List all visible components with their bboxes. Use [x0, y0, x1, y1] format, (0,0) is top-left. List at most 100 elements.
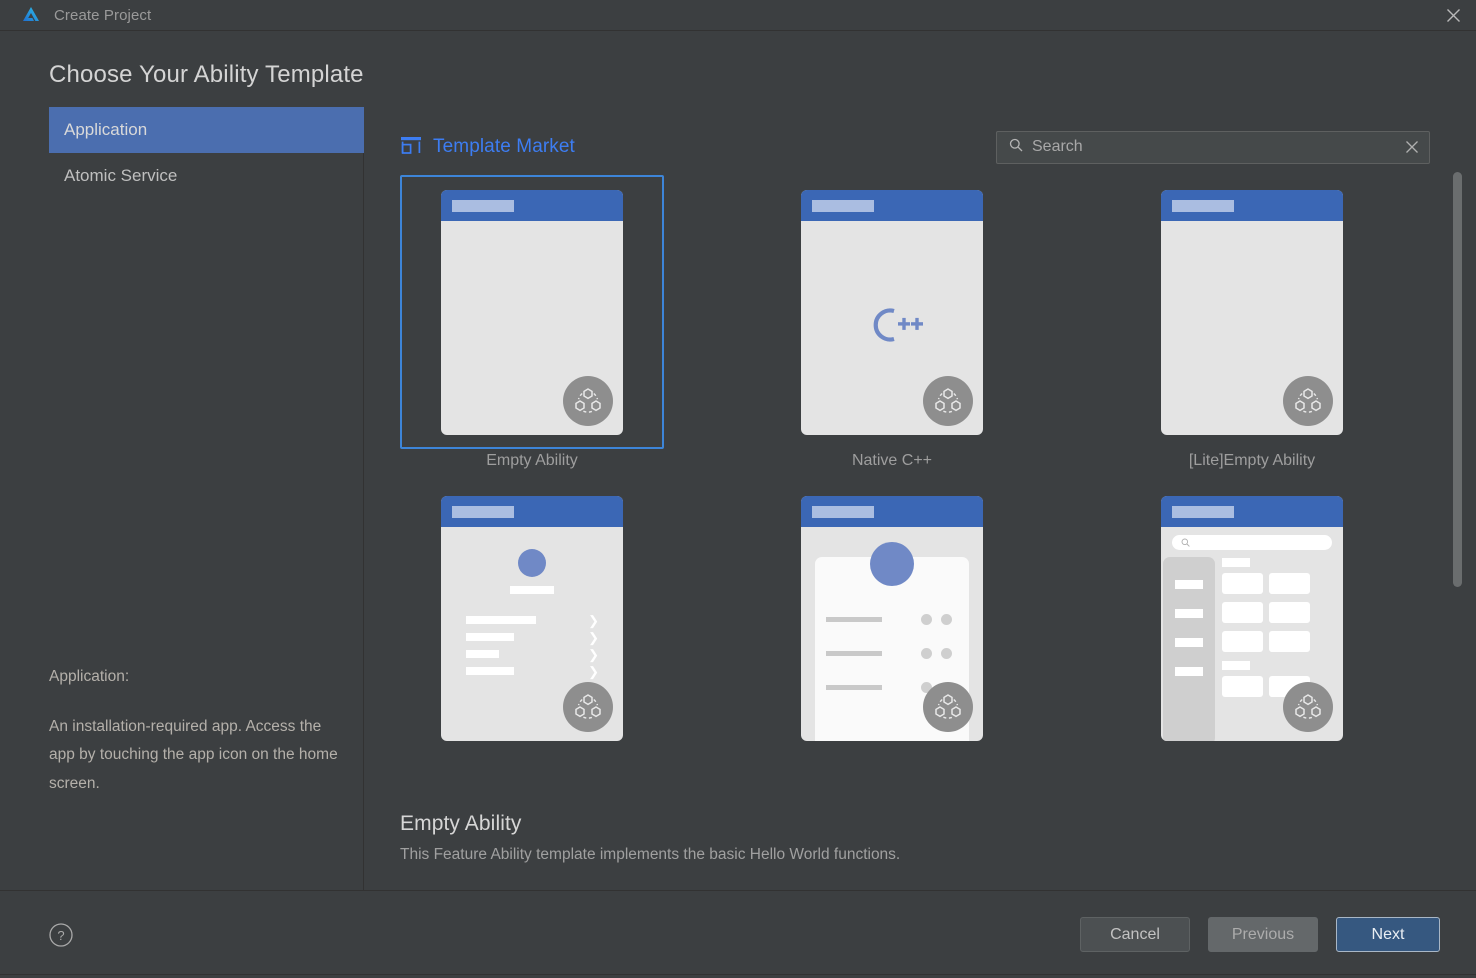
- mock-dot: [921, 614, 932, 625]
- mock-body: [1161, 527, 1343, 741]
- title-bar: Create Project: [0, 0, 1476, 31]
- search-placeholder: Search: [1032, 138, 1083, 155]
- mock-dot: [941, 648, 952, 659]
- selected-template-description: This Feature Ability template implements…: [400, 846, 901, 863]
- template-card-label: Native C++: [851, 452, 933, 469]
- template-thumbnail: [1120, 481, 1384, 755]
- template-thumbnail: [1120, 175, 1384, 449]
- template-card-label: [Lite]Empty Ability: [1188, 452, 1316, 469]
- harmony-badge-icon: [1283, 682, 1333, 732]
- harmony-badge-icon: [563, 376, 613, 426]
- close-icon[interactable]: [1430, 0, 1476, 31]
- template-panel-header: Template Market Search: [364, 107, 1476, 169]
- template-thumbnail: [760, 481, 1024, 755]
- template-thumbnail: ❯ ❯ ❯ ❯: [400, 481, 664, 755]
- template-grid-scrollbar[interactable]: [1453, 172, 1462, 587]
- content-area: Application Atomic Service Application: …: [0, 107, 1476, 891]
- harmony-badge-icon: [923, 376, 973, 426]
- mock-app-bar: [801, 496, 983, 527]
- mock-text-line: [466, 667, 514, 675]
- template-grid-container: Empty Ability Native C++ [Lite]Empty Abi…: [364, 169, 1476, 794]
- mock-body: [441, 221, 623, 435]
- mock-nav-item: [1175, 667, 1203, 676]
- selected-template-details: Empty Ability This Feature Ability templ…: [364, 794, 1476, 890]
- window-bottom-edge: [0, 974, 1476, 978]
- sidebar-item-label: Application: [64, 120, 148, 139]
- template-grid: Empty Ability Native C++ [Lite]Empty Abi…: [364, 169, 1476, 758]
- mock-app-bar: [441, 496, 623, 527]
- mock-grid-tile: [1222, 676, 1263, 697]
- mock-body: [801, 221, 983, 435]
- mock-section-title: [1222, 661, 1250, 670]
- chevron-right-icon: ❯: [588, 647, 599, 662]
- previous-button[interactable]: Previous: [1208, 917, 1318, 952]
- template-card-profile-layout[interactable]: [760, 478, 1024, 758]
- template-thumbnail: [760, 175, 1024, 449]
- mock-search-bar: [1172, 535, 1332, 550]
- mock-body: ❯ ❯ ❯ ❯: [441, 527, 623, 741]
- create-project-dialog: Create Project Choose Your Ability Templ…: [0, 0, 1476, 978]
- harmony-badge-icon: [923, 682, 973, 732]
- sidebar-description: Application: An installation-required ap…: [49, 663, 349, 798]
- template-card-catalog-layout[interactable]: [1120, 478, 1384, 758]
- mock-app-bar: [1161, 496, 1343, 527]
- mock-section-title: [1222, 558, 1250, 567]
- search-input[interactable]: Search: [996, 130, 1430, 164]
- phone-mockup: ❯ ❯ ❯ ❯: [441, 496, 623, 741]
- search-icon: [1009, 138, 1023, 157]
- template-card-empty-ability[interactable]: Empty Ability: [400, 172, 664, 470]
- mock-body: [801, 527, 983, 741]
- template-card-label: Empty Ability: [486, 452, 578, 469]
- mock-text-line: [466, 650, 499, 658]
- mock-app-bar: [1161, 190, 1343, 221]
- dialog-body: Choose Your Ability Template Application…: [0, 31, 1476, 978]
- template-card-lite-empty-ability[interactable]: [Lite]Empty Ability: [1120, 172, 1384, 470]
- mock-avatar: [518, 549, 546, 577]
- mock-nav-item: [1175, 638, 1203, 647]
- template-card-native-cpp[interactable]: Native C++: [760, 172, 1024, 470]
- mock-text-line: [826, 651, 882, 656]
- chevron-right-icon: ❯: [588, 630, 599, 645]
- mock-grid-tile: [1222, 602, 1263, 623]
- harmony-badge-icon: [1283, 376, 1333, 426]
- selected-template-title: Empty Ability: [400, 812, 522, 835]
- svg-text:?: ?: [57, 928, 64, 943]
- window-title: Create Project: [54, 6, 152, 24]
- mock-grid-tile: [1222, 631, 1263, 652]
- help-circle-icon[interactable]: ?: [47, 921, 75, 949]
- phone-mockup: [801, 496, 983, 741]
- chevron-right-icon: ❯: [588, 613, 599, 628]
- sidebar: Application Atomic Service Application: …: [0, 107, 364, 890]
- template-card-list-layout[interactable]: ❯ ❯ ❯ ❯: [400, 478, 664, 758]
- next-button[interactable]: Next: [1336, 917, 1440, 952]
- mock-grid-tile: [1269, 602, 1310, 623]
- cpp-logo-icon: [801, 305, 983, 345]
- phone-mockup: [1161, 496, 1343, 741]
- sidebar-item-atomic-service[interactable]: Atomic Service: [49, 153, 364, 199]
- mock-text-line: [826, 617, 882, 622]
- phone-mockup: [441, 190, 623, 435]
- footer-buttons: Cancel Previous Next: [1080, 917, 1440, 952]
- page-title: Choose Your Ability Template: [49, 61, 364, 88]
- phone-mockup: [801, 190, 983, 435]
- mock-app-bar: [441, 190, 623, 221]
- mock-nav-item: [1175, 609, 1203, 618]
- cancel-button[interactable]: Cancel: [1080, 917, 1190, 952]
- mock-text-line: [466, 616, 536, 624]
- template-market-link[interactable]: Template Market: [400, 135, 575, 160]
- phone-mockup: [1161, 190, 1343, 435]
- mock-dot: [941, 614, 952, 625]
- devtools-logo-icon: [18, 2, 44, 28]
- mock-text-line: [466, 633, 514, 641]
- dialog-footer: ? Cancel Previous Next: [0, 891, 1476, 978]
- mock-nav-item: [1175, 580, 1203, 589]
- harmony-badge-icon: [563, 682, 613, 732]
- sidebar-item-application[interactable]: Application: [49, 107, 364, 153]
- sidebar-list: Application Atomic Service: [0, 107, 364, 199]
- search-clear-icon[interactable]: [1405, 140, 1419, 154]
- mock-text-line: [826, 685, 882, 690]
- sidebar-item-label: Atomic Service: [64, 166, 178, 185]
- template-panel: Template Market Search Empty Ability Nat…: [364, 107, 1476, 890]
- mock-grid-tile: [1269, 573, 1310, 594]
- sidebar-description-text: An installation-required app. Access the…: [49, 717, 338, 792]
